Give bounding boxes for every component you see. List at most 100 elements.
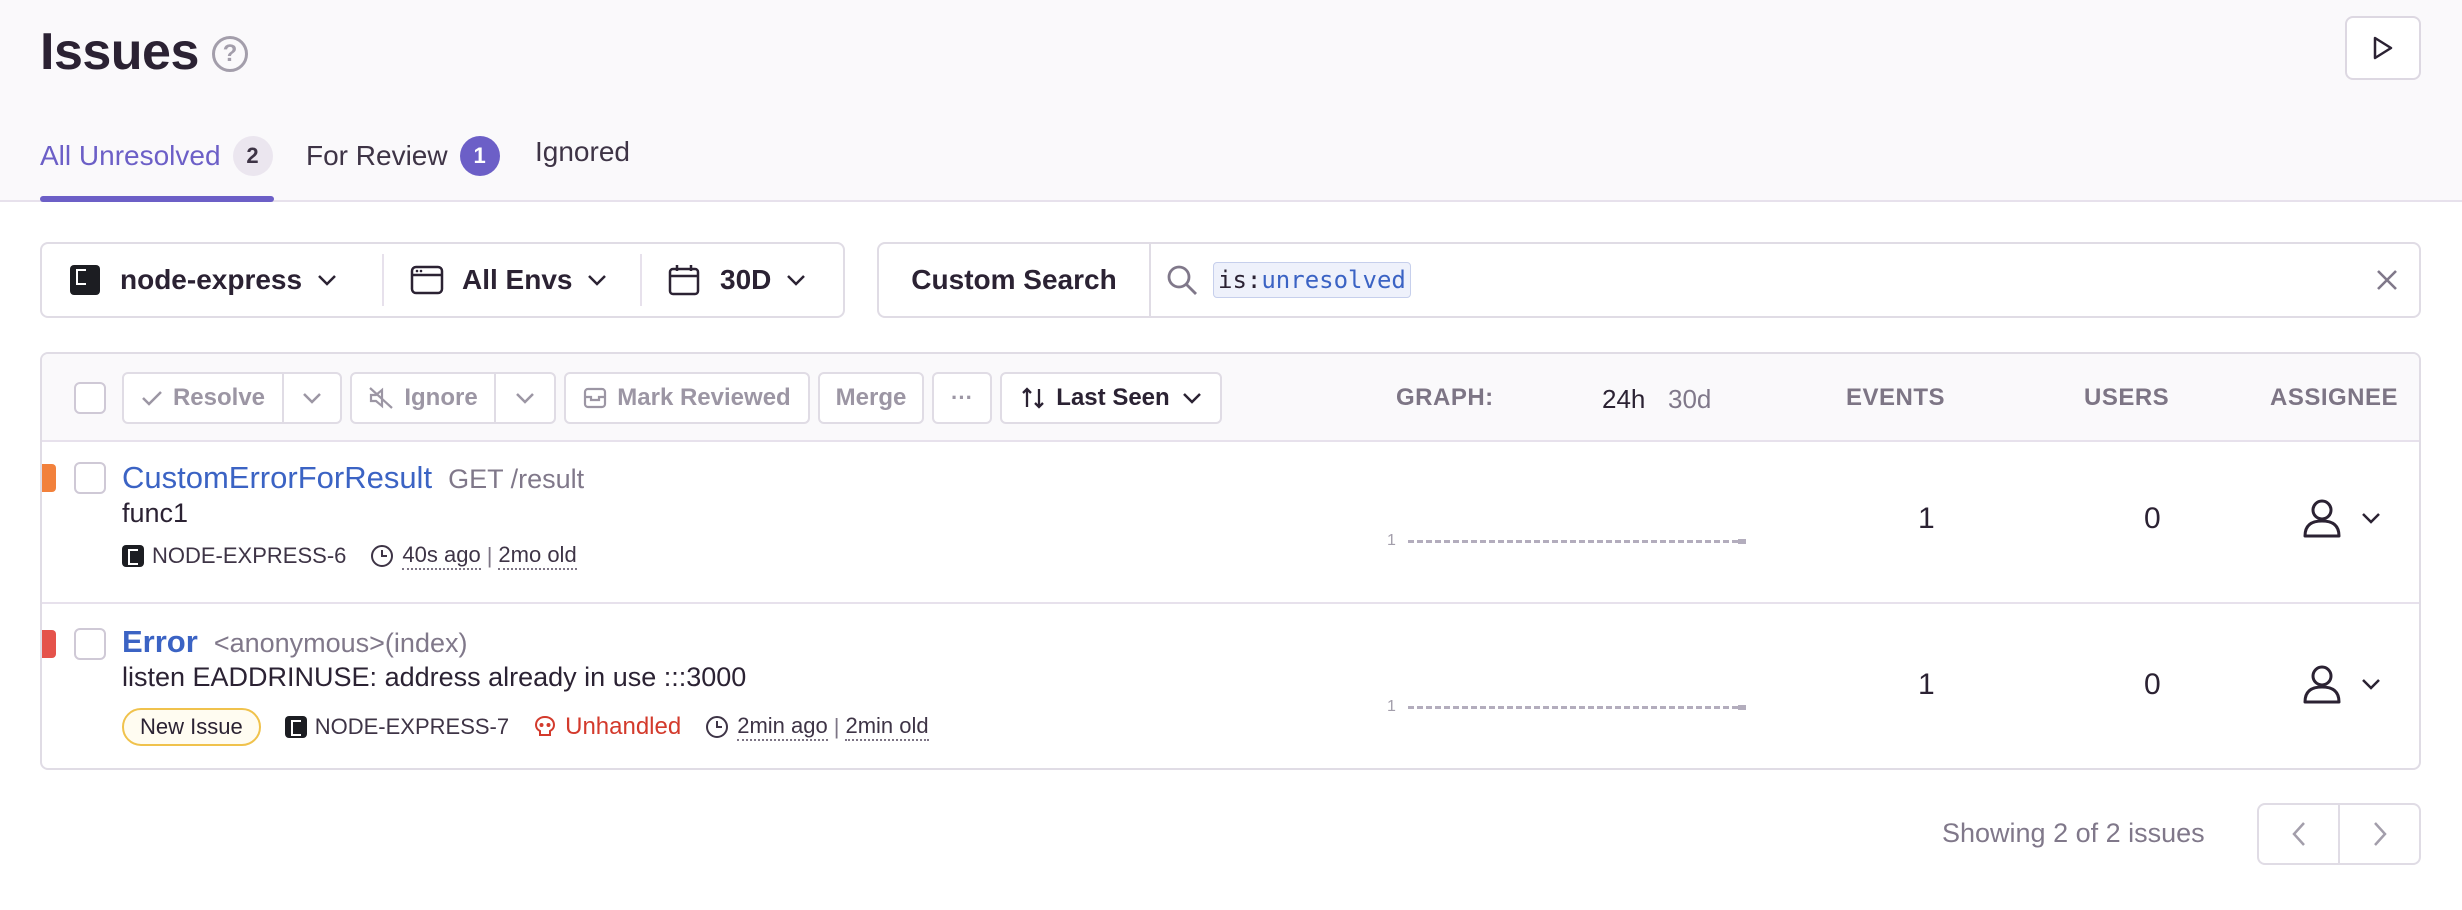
issue-title[interactable]: Error <anonymous>(index) (122, 624, 467, 660)
graph-max-label: 1 (1387, 698, 1396, 715)
issue-graph: 1 (1387, 698, 1746, 716)
tab-label: All Unresolved (40, 140, 221, 171)
issue-location: GET /result (448, 464, 585, 494)
issue-title[interactable]: CustomErrorForResult GET /result (122, 460, 584, 496)
issue-graph: 1 (1387, 532, 1746, 550)
active-tab-indicator (40, 196, 274, 202)
level-indicator (42, 630, 56, 658)
chevron-right-icon (2373, 822, 2387, 846)
custom-search-button[interactable]: Custom Search (879, 244, 1151, 316)
new-issue-badge: New Issue (122, 708, 261, 746)
users-column-header: USERS (2084, 384, 2170, 411)
table-header: Resolve Ignore Mark Reviewed Merge ··· L… (42, 354, 2419, 442)
page-filter-bar: node-express All Envs 30D (40, 242, 845, 318)
clock-icon (706, 716, 729, 738)
project-name: node-express (120, 264, 303, 295)
graph-bar (1737, 538, 1746, 544)
ignore-dropdown-button[interactable] (494, 372, 556, 424)
tab-all-unresolved[interactable]: All Unresolved 2 (40, 136, 273, 176)
mark-reviewed-button[interactable]: Mark Reviewed (564, 372, 810, 424)
issue-checkbox[interactable] (74, 462, 106, 494)
inbox-icon (584, 387, 607, 409)
play-tour-button[interactable] (2345, 16, 2421, 80)
issue-message: listen EADDRINUSE: address already in us… (122, 662, 747, 692)
project-selector[interactable]: node-express (42, 244, 382, 316)
issues-table: Resolve Ignore Mark Reviewed Merge ··· L… (40, 352, 2421, 770)
chevron-down-icon (303, 393, 321, 404)
chevron-down-icon (787, 275, 806, 286)
issue-meta: New Issue NODE-EXPRESS-7 Unhandled 2min … (122, 708, 929, 746)
project-icon (122, 545, 144, 567)
ignore-button[interactable]: Ignore (350, 372, 496, 424)
environment-selector[interactable]: All Envs (384, 244, 640, 316)
next-page-button[interactable] (2338, 805, 2419, 863)
project-icon (284, 716, 307, 738)
clear-search-icon[interactable] (2375, 268, 2399, 292)
tab-count-badge: 2 (232, 136, 273, 176)
chevron-down-icon (516, 393, 534, 404)
graph-line (1407, 705, 1738, 709)
node-project-icon (70, 265, 100, 295)
issue-short-id[interactable]: NODE-EXPRESS-7 (315, 714, 509, 740)
graph-max-label: 1 (1387, 532, 1396, 549)
search-bar: Custom Search is:unresolved (877, 242, 2421, 318)
graph-label: GRAPH: (1396, 384, 1494, 411)
issue-message: func1 (122, 498, 189, 528)
date-range-selector[interactable]: 30D (642, 244, 807, 316)
issue-location: <anonymous>(index) (213, 628, 468, 658)
user-icon (2303, 665, 2341, 704)
pagination-summary: Showing 2 of 2 issues (1942, 818, 2205, 848)
graph-24h-toggle[interactable]: 24h (1602, 384, 1645, 415)
help-icon[interactable]: ? (212, 36, 248, 72)
graph-bar (1737, 704, 1746, 710)
select-all-checkbox[interactable] (74, 382, 106, 414)
chevron-down-icon (588, 275, 607, 286)
play-icon (2373, 36, 2393, 60)
tab-label: Ignored (535, 136, 630, 167)
window-icon (410, 265, 444, 295)
first-seen[interactable]: 2min old (845, 713, 929, 741)
events-column-header: EVENTS (1846, 384, 1946, 411)
date-range-value: 30D (720, 264, 772, 295)
chevron-left-icon (2291, 822, 2305, 846)
graph-30d-toggle[interactable]: 30d (1668, 384, 1711, 415)
issue-short-id[interactable]: NODE-EXPRESS-6 (152, 543, 346, 569)
assignee-selector[interactable] (2300, 496, 2382, 540)
assignee-column-header: ASSIGNEE (2270, 384, 2399, 411)
issue-meta: NODE-EXPRESS-6 40s ago | 2mo old (122, 542, 577, 570)
issue-row[interactable]: Error <anonymous>(index) listen EADDRINUS… (42, 604, 2419, 768)
mute-icon (369, 387, 394, 409)
last-seen[interactable]: 40s ago (402, 542, 481, 570)
skull-icon (535, 715, 556, 736)
tab-label: For Review (306, 140, 448, 171)
search-input[interactable]: is:unresolved (1199, 244, 2375, 316)
resolve-button[interactable]: Resolve (122, 372, 284, 424)
merge-button[interactable]: Merge (818, 372, 924, 424)
tab-count-badge: 1 (459, 136, 500, 176)
more-actions-button[interactable]: ··· (932, 372, 992, 424)
last-seen[interactable]: 2min ago (737, 713, 828, 741)
issue-checkbox[interactable] (74, 628, 106, 660)
user-icon (2303, 499, 2341, 538)
issue-row[interactable]: CustomErrorForResult GET /result func1 NO… (42, 442, 2419, 604)
resolve-dropdown-button[interactable] (282, 372, 342, 424)
event-count: 1 (1918, 668, 1935, 701)
user-count: 0 (2144, 502, 2161, 535)
environment-name: All Envs (462, 264, 573, 295)
level-indicator (42, 464, 56, 492)
tab-ignored[interactable]: Ignored (535, 136, 630, 168)
previous-page-button[interactable] (2259, 805, 2338, 863)
unhandled-label: Unhandled (565, 713, 682, 740)
assignee-selector[interactable] (2300, 662, 2382, 706)
search-icon (1167, 265, 1197, 295)
chevron-down-icon (1182, 393, 1201, 404)
check-icon (142, 391, 162, 406)
tab-for-review[interactable]: For Review 1 (306, 136, 500, 176)
chevron-down-icon (2362, 513, 2380, 524)
first-seen[interactable]: 2mo old (498, 542, 577, 570)
search-token[interactable]: is:unresolved (1213, 262, 1411, 298)
page-header: Issues ? All Unresolved 2 For Review 1 I… (0, 0, 2462, 202)
sort-by-button[interactable]: Last Seen (1000, 372, 1222, 424)
user-count: 0 (2144, 668, 2161, 701)
graph-line (1407, 539, 1738, 543)
